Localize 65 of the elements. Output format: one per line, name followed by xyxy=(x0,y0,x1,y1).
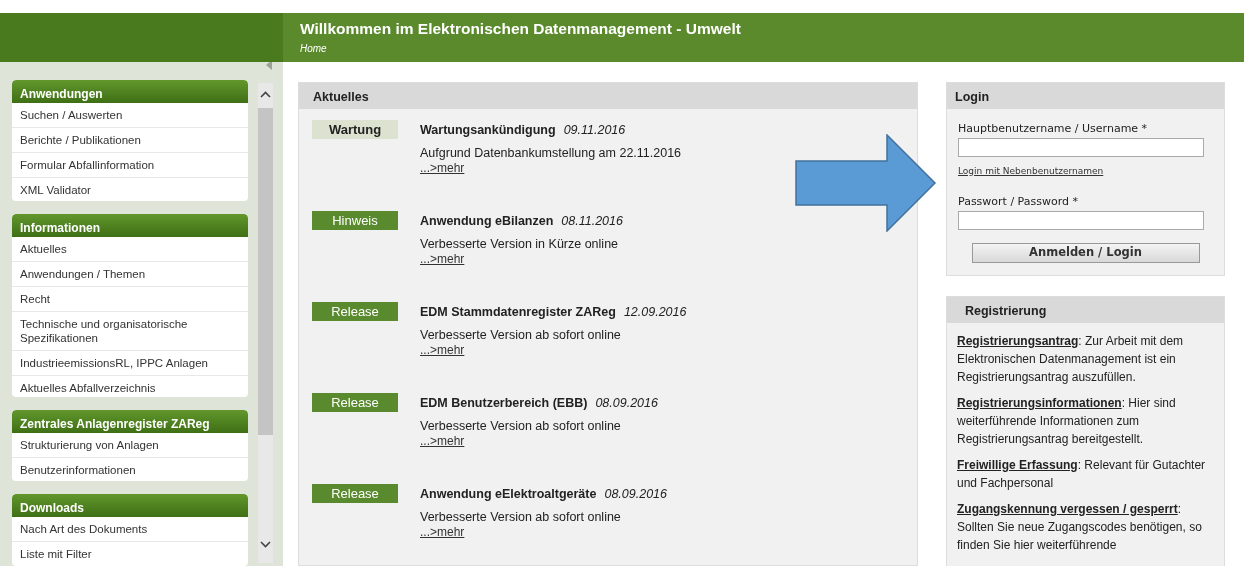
news-date: 08.09.2016 xyxy=(595,396,658,410)
news-text: Aufgrund Datenbankumstellung am 22.11.2016 xyxy=(420,146,682,161)
category-tag: Release xyxy=(312,302,398,321)
category-tag: Wartung xyxy=(312,120,398,139)
category-tag: Hinweis xyxy=(312,211,398,230)
panel-title: Registrierung xyxy=(947,296,1224,323)
page-title: Willkommen im Elektronischen Datenmanagement - Umwelt xyxy=(300,19,742,39)
menu-heading: Downloads xyxy=(12,494,248,518)
menu-item[interactable]: Strukturierung von Anlagen xyxy=(12,432,248,458)
news-title: Anwendung eElektroaltgeräte xyxy=(420,487,597,501)
menu-item[interactable]: Aktuelles xyxy=(12,236,248,262)
menu-item[interactable]: Nach Art des Dokuments xyxy=(12,517,248,543)
scroll-down-icon[interactable] xyxy=(260,541,271,548)
scroll-up-icon[interactable] xyxy=(260,91,271,98)
password-field[interactable] xyxy=(958,210,1204,230)
menu-item[interactable]: Berichte / Publikationen xyxy=(12,128,248,153)
registration-text: Zugangskennung vergessen / gesperrt: Sollten Sie neue Zugangscodes benötigen, so finden Sie hier weiterführende xyxy=(957,500,1203,554)
menu-heading: Informationen xyxy=(12,213,248,237)
breadcrumb[interactable]: Home xyxy=(300,41,1227,56)
scrollbar-thumb[interactable] xyxy=(258,108,273,435)
more-link[interactable]: ...>mehr xyxy=(420,343,687,358)
menu-item[interactable]: IndustrieemissionsRL, IPPC Anlagen xyxy=(12,350,248,376)
registration-link[interactable]: Freiwillige Erfassung xyxy=(957,457,1078,472)
menu-item[interactable]: Suchen / Auswerten xyxy=(12,103,248,128)
more-link[interactable]: ...>mehr xyxy=(420,252,623,267)
registration-text: Registrierungsinformationen: Hier sind weiterführende Informationen zum Registrierungsantrag bereitgestellt. xyxy=(957,394,1177,448)
news-date: 12.09.2016 xyxy=(623,305,687,319)
news-title: Anwendung eBilanzen xyxy=(420,214,554,228)
secondary-login-link[interactable]: Login mit Nebenbenutzernamen xyxy=(958,164,1104,178)
registration-text: Freiwillige Erfassung: Relevant für Gutachter und Fachpersonal xyxy=(957,456,1207,492)
category-tag: Release xyxy=(312,393,398,412)
category-tag: Release xyxy=(312,484,398,503)
username-field[interactable] xyxy=(958,137,1204,157)
news-text: Verbesserte Version ab sofort online xyxy=(420,510,622,525)
registration-link[interactable]: Registrierungsinformationen xyxy=(957,395,1122,410)
panel-title: Login xyxy=(947,83,1224,109)
news-date: 08.11.2016 xyxy=(561,214,623,228)
news-text: Verbesserte Version ab sofort online xyxy=(420,328,622,343)
more-link[interactable]: ...>mehr xyxy=(420,161,682,176)
news-text: Verbesserte Version in Kürze online xyxy=(420,237,620,252)
menu-item[interactable]: Recht xyxy=(12,286,248,312)
news-title: EDM Benutzerbereich (EBB) xyxy=(420,396,588,410)
menu-item[interactable]: Anwendungen / Themen xyxy=(12,261,248,287)
panel-title: Aktuelles xyxy=(299,83,917,109)
menu-item[interactable]: Liste mit Filter xyxy=(12,542,248,566)
news-text: Verbesserte Version ab sofort online xyxy=(420,419,622,434)
more-link[interactable]: ...>mehr xyxy=(420,434,658,449)
collapse-icon[interactable] xyxy=(266,62,272,70)
field-label: Hauptbenutzername / Username * xyxy=(958,121,1149,137)
menu-item[interactable]: Aktuelles Abfallverzeichnis xyxy=(12,375,248,397)
menu-item[interactable]: Formular Abfallinformation xyxy=(12,153,248,178)
registration-link[interactable]: Zugangskennung vergessen / gesperrt xyxy=(957,501,1178,516)
news-title: EDM Stammdatenregister ZAReg xyxy=(420,305,616,319)
registration-text: Registrierungsantrag: Zur Arbeit mit dem Elektronischen Datenmanagement ist ein Registrierungsantrag auszufüllen. xyxy=(957,332,1185,386)
news-title: Wartungsankündigung xyxy=(420,123,556,137)
menu-item[interactable]: Benutzerinformationen xyxy=(12,457,248,482)
news-date: 08.09.2016 xyxy=(604,487,667,501)
menu-item[interactable]: XML Validator xyxy=(12,178,248,201)
menu-heading: Anwendungen xyxy=(12,80,248,103)
menu-item[interactable]: Technische und organisatorische Spezifikationen xyxy=(12,311,248,351)
more-link[interactable]: ...>mehr xyxy=(420,525,667,540)
login-button[interactable]: Anmelden / Login xyxy=(971,242,1200,263)
news-date: 09.11.2016 xyxy=(563,123,626,137)
menu-heading: Zentrales Anlagenregister ZAReg xyxy=(12,409,248,433)
field-label: Passwort / Password * xyxy=(958,194,1079,210)
